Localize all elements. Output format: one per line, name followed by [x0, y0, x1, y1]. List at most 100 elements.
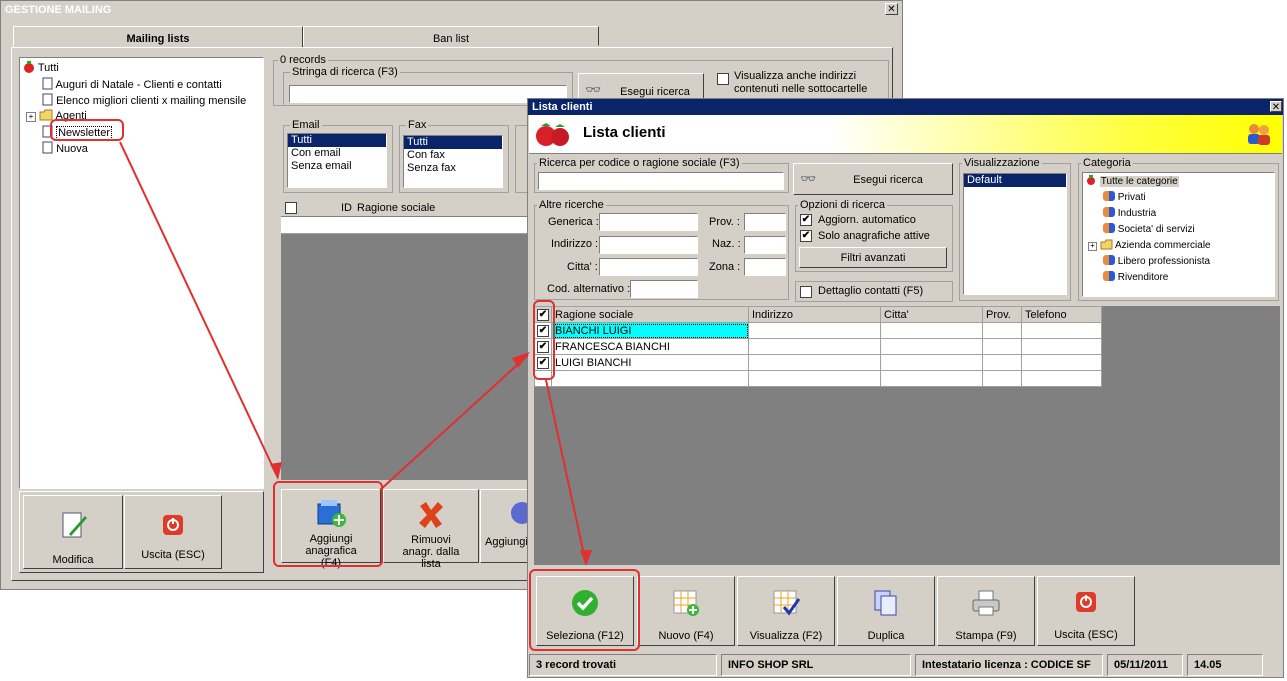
- modifica-button[interactable]: Modifica: [23, 495, 123, 569]
- row-prov[interactable]: [982, 354, 1022, 371]
- row-ragione[interactable]: LUIGI BIANCHI: [551, 354, 749, 371]
- categoria-item-rivenditore[interactable]: Rivenditore: [1103, 271, 1168, 285]
- tree-item-auguri[interactable]: Auguri di Natale - Clienti e contatti: [42, 77, 222, 91]
- row-indirizzo[interactable]: [748, 322, 881, 339]
- tab-mailing-lists[interactable]: Mailing lists: [13, 26, 303, 48]
- expand-plus-icon[interactable]: +: [26, 112, 36, 122]
- tree-item-label: Elenco migliori clienti x mailing mensil…: [56, 95, 247, 107]
- categoria-item-libero[interactable]: Libero professionista: [1103, 255, 1210, 269]
- zona-input[interactable]: [744, 258, 786, 276]
- table-row[interactable]: ✔ FRANCESCA BIANCHI: [534, 338, 1102, 355]
- gm-search-input[interactable]: [289, 85, 567, 103]
- visualizzazione-listbox[interactable]: Default: [963, 173, 1067, 295]
- clienti-col-citta[interactable]: Citta': [880, 306, 983, 323]
- tree-item-label: Auguri di Natale - Clienti e contatti: [55, 79, 222, 91]
- row-citta[interactable]: [880, 322, 983, 339]
- aggiungi-email-button[interactable]: Aggiungi em: [480, 489, 530, 563]
- row-ragione[interactable]: FRANCESCA BIANCHI: [551, 338, 749, 355]
- fax-option[interactable]: Senza fax: [404, 162, 502, 175]
- gm-titlebar: GESTIONE MAILING: [1, 1, 902, 19]
- visualizza-label: Visualizza (F2): [749, 630, 823, 642]
- gm-grid[interactable]: ID Ragione sociale: [281, 200, 531, 480]
- fax-option[interactable]: Tutti: [404, 136, 502, 149]
- generica-input[interactable]: [599, 213, 698, 231]
- users-icon: [1103, 271, 1115, 281]
- row-indirizzo[interactable]: [748, 354, 881, 371]
- altre-ricerche-label: Altre ricerche: [537, 199, 606, 211]
- aggiorn-automatico-label: Aggiorn. automatico: [818, 214, 916, 226]
- email-option[interactable]: Senza email: [288, 160, 386, 173]
- lc-uscita-button[interactable]: Uscita (ESC): [1037, 576, 1135, 646]
- visualizzazione-option[interactable]: Default: [964, 174, 1066, 187]
- prov-input[interactable]: [744, 213, 786, 231]
- citta-input[interactable]: [599, 258, 698, 276]
- lc-close-icon[interactable]: ✕: [1270, 101, 1282, 113]
- email-option[interactable]: Con email: [288, 147, 386, 160]
- row-citta[interactable]: [880, 338, 983, 355]
- row-indirizzo[interactable]: [748, 338, 881, 355]
- users-icon: [1103, 223, 1115, 233]
- categoria-item-privati[interactable]: Privati: [1103, 191, 1146, 205]
- row-ragione[interactable]: BIANCHI LUIGI: [551, 322, 749, 339]
- row-prov[interactable]: [982, 338, 1022, 355]
- row-citta[interactable]: [880, 354, 983, 371]
- document-icon: [42, 77, 53, 90]
- tree-item-elenco[interactable]: Elenco migliori clienti x mailing mensil…: [42, 93, 246, 107]
- gm-uscita-button[interactable]: Uscita (ESC): [124, 495, 222, 569]
- row-telefono[interactable]: [1021, 338, 1102, 355]
- categoria-item-servizi[interactable]: Societa' di servizi: [1103, 223, 1195, 237]
- categoria-item-label: Industria: [1117, 208, 1157, 219]
- strawberry-icon: [1087, 175, 1095, 185]
- opzioni-label: Opzioni di ricerca: [798, 199, 887, 211]
- gm-grid-col-id[interactable]: ID: [341, 202, 352, 214]
- filtri-avanzati-button[interactable]: Filtri avanzati: [799, 247, 947, 268]
- categoria-tree[interactable]: Tutte le categorie Privati Industria Soc…: [1082, 172, 1275, 297]
- email-option[interactable]: Tutti: [288, 134, 386, 147]
- duplica-button[interactable]: Duplica: [837, 576, 935, 646]
- gm-close-icon[interactable]: ✕: [885, 3, 898, 15]
- lc-search-input[interactable]: [538, 172, 784, 190]
- gm-grid-col-ragione[interactable]: Ragione sociale: [357, 202, 435, 214]
- tree-item-nuova[interactable]: Nuova: [42, 141, 88, 155]
- tab-ban-list[interactable]: Ban list: [303, 26, 599, 46]
- naz-input[interactable]: [744, 236, 786, 254]
- clienti-col-ragione[interactable]: Ragione sociale: [551, 306, 749, 323]
- delete-x-icon: [419, 502, 443, 528]
- clienti-grid[interactable]: ✔ Ragione sociale Indirizzo Citta' Prov.…: [534, 306, 1280, 565]
- cod-alternativo-label: Cod. alternativo :: [547, 283, 631, 295]
- stampa-button[interactable]: Stampa (F9): [937, 576, 1035, 646]
- solo-attive-checkbox[interactable]: ✔: [800, 230, 812, 242]
- lc-search-label: Ricerca per codice o ragione sociale (F3…: [537, 157, 742, 169]
- subfolders-checkbox[interactable]: [717, 73, 729, 85]
- categoria-item-industria[interactable]: Industria: [1103, 207, 1156, 221]
- cod-alternativo-input[interactable]: [630, 280, 698, 298]
- lc-search-button-label: Esegui ricerca: [853, 174, 923, 186]
- nuovo-button[interactable]: Nuovo (F4): [637, 576, 735, 646]
- gm-grid-select-all-checkbox[interactable]: [285, 202, 297, 214]
- table-row[interactable]: ✔ LUIGI BIANCHI: [534, 354, 1102, 371]
- indirizzo-input[interactable]: [599, 236, 698, 254]
- status-company: INFO SHOP SRL: [721, 654, 911, 676]
- fax-listbox[interactable]: Tutti Con fax Senza fax: [403, 135, 503, 188]
- row-telefono[interactable]: [1021, 354, 1102, 371]
- row-prov[interactable]: [982, 322, 1022, 339]
- rimuovi-anagrafica-button[interactable]: Rimuovi anagr. dalla lista: [383, 489, 479, 570]
- visualizza-button[interactable]: Visualizza (F2): [737, 576, 835, 646]
- categoria-item-commerciale[interactable]: + Azienda commerciale: [1088, 239, 1211, 253]
- clienti-col-indirizzo[interactable]: Indirizzo: [748, 306, 881, 323]
- prov-label: Prov. :: [709, 216, 740, 228]
- clienti-col-prov[interactable]: Prov.: [982, 306, 1022, 323]
- aggiorn-automatico-checkbox[interactable]: ✔: [800, 214, 812, 226]
- table-row[interactable]: ✔ BIANCHI LUIGI: [534, 322, 1102, 339]
- categoria-root[interactable]: Tutte le categorie: [1086, 175, 1179, 189]
- expand-plus-icon[interactable]: +: [1088, 242, 1097, 251]
- lc-search-button[interactable]: 👓 Esegui ricerca: [793, 163, 953, 195]
- rimuovi-anagrafica-label: Rimuovi anagr. dalla lista: [402, 534, 460, 570]
- fax-option[interactable]: Con fax: [404, 149, 502, 162]
- annotation-aggiungi-box: [273, 481, 383, 567]
- email-listbox[interactable]: Tutti Con email Senza email: [287, 133, 387, 188]
- tree-root[interactable]: Tutti: [23, 61, 59, 75]
- clienti-col-telefono[interactable]: Telefono: [1021, 306, 1102, 323]
- row-telefono[interactable]: [1021, 322, 1102, 339]
- dettaglio-contatti-checkbox[interactable]: [800, 286, 812, 298]
